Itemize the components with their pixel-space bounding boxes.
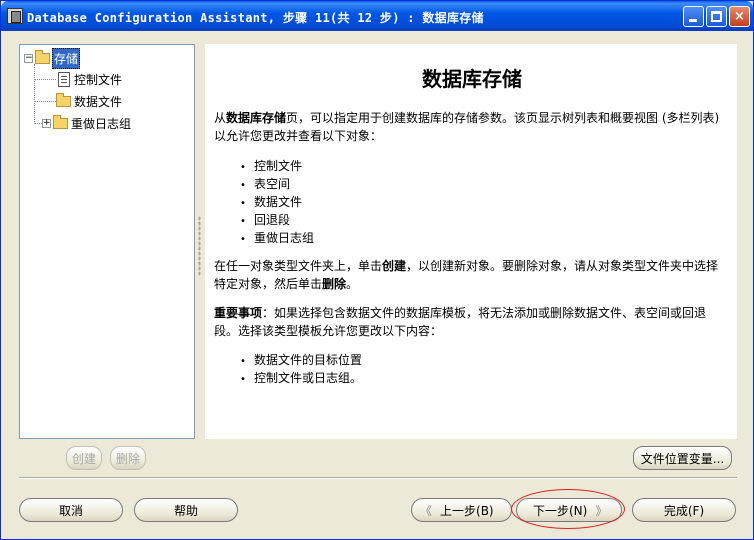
tree-node-storage[interactable]: − 存储 xyxy=(24,47,81,69)
close-button[interactable]: × xyxy=(729,6,750,27)
tree-label-control-files[interactable]: 控制文件 xyxy=(73,70,123,89)
create-text-end: 。 xyxy=(346,277,359,291)
tree-node-control-files[interactable]: 控制文件 xyxy=(58,70,123,88)
maximize-button[interactable] xyxy=(706,6,727,27)
folder-icon xyxy=(53,114,68,129)
description-panel: 数据库存储 从数据库存储页，可以指定用于创建数据库的存储参数。该页显示树列表和概… xyxy=(205,44,737,439)
divider xyxy=(19,477,737,479)
file-location-variables-button[interactable]: 文件位置变量... xyxy=(633,446,732,470)
collapse-icon[interactable]: − xyxy=(24,53,33,63)
minimize-button[interactable] xyxy=(683,6,704,27)
page-title: 数据库存储 xyxy=(422,67,522,91)
note-paragraph: 重要事项：如果选择包含数据文件的数据库模板，将无法添加或删除数据文件、表空间或回… xyxy=(214,304,726,340)
delete-bold: 删除 xyxy=(322,277,347,291)
minimize-icon xyxy=(689,19,697,22)
window-title: Database Configuration Assistant, 步骤 11(… xyxy=(27,11,484,25)
tree-node-redo-log-groups[interactable]: + 重做日志组 xyxy=(42,114,132,132)
maximize-icon xyxy=(711,11,722,22)
note-text: ：如果选择包含数据文件的数据库模板，将无法添加或删除数据文件、表空间或回退段。选… xyxy=(214,306,707,338)
highlight-annotation xyxy=(511,489,625,529)
title-bar[interactable]: Database Configuration Assistant, 步骤 11(… xyxy=(1,1,753,31)
list-item: 控制文件 xyxy=(240,157,302,174)
help-button[interactable]: 帮助 xyxy=(134,498,238,522)
create-button[interactable]: 创建 xyxy=(66,446,102,470)
splitter-handle[interactable] xyxy=(198,216,201,276)
finish-button[interactable]: 完成(F) xyxy=(632,498,736,522)
back-button[interactable]: 《 上一步(B) xyxy=(411,498,512,522)
tree-node-data-files[interactable]: 数据文件 xyxy=(56,92,123,110)
folder-open-icon xyxy=(35,49,50,64)
expand-icon[interactable]: + xyxy=(42,118,51,128)
document-icon xyxy=(58,71,70,87)
intro-bold: 数据库存储 xyxy=(226,111,287,125)
tree-label-redo-log-groups[interactable]: 重做日志组 xyxy=(70,114,132,133)
tree-label-storage[interactable]: 存储 xyxy=(52,47,81,69)
list-item: 表空间 xyxy=(240,175,290,192)
dialog-window: Database Configuration Assistant, 步骤 11(… xyxy=(0,0,754,540)
create-text: 在任一对象类型文件夹上，单击 xyxy=(214,259,383,273)
intro-paragraph: 从数据库存储页，可以指定用于创建数据库的存储参数。该页显示树列表和概要视图 (多… xyxy=(214,109,726,145)
create-delete-paragraph: 在任一对象类型文件夹上，单击创建，以创建新对象。要删除对象，请从对象类型文件夹中… xyxy=(214,257,726,293)
create-bold: 创建 xyxy=(382,259,407,273)
back-label: 上一步(B) xyxy=(440,503,494,518)
list-item: 控制文件或日志组。 xyxy=(240,369,362,386)
list-item: 数据文件的目标位置 xyxy=(240,351,362,368)
delete-button[interactable]: 删除 xyxy=(110,446,146,470)
note-label: 重要事项 xyxy=(214,306,263,320)
cancel-button[interactable]: 取消 xyxy=(19,498,123,522)
chevron-left-icon: 《 xyxy=(420,503,433,518)
intro-text-rest: 页，可以指定用于创建数据库的存储参数。该页显示树列表和概要视图 (多栏列表) 以… xyxy=(214,111,720,143)
list-item: 数据文件 xyxy=(240,193,302,210)
app-icon xyxy=(7,8,23,24)
storage-tree[interactable]: − 存储 控制文件 数据文件 + 重做日志组 xyxy=(19,44,195,439)
tree-label-data-files[interactable]: 数据文件 xyxy=(73,92,123,111)
list-item: 重做日志组 xyxy=(240,229,314,246)
intro-text: 从 xyxy=(214,111,227,125)
list-item: 回退段 xyxy=(240,211,290,228)
folder-icon xyxy=(56,92,71,107)
